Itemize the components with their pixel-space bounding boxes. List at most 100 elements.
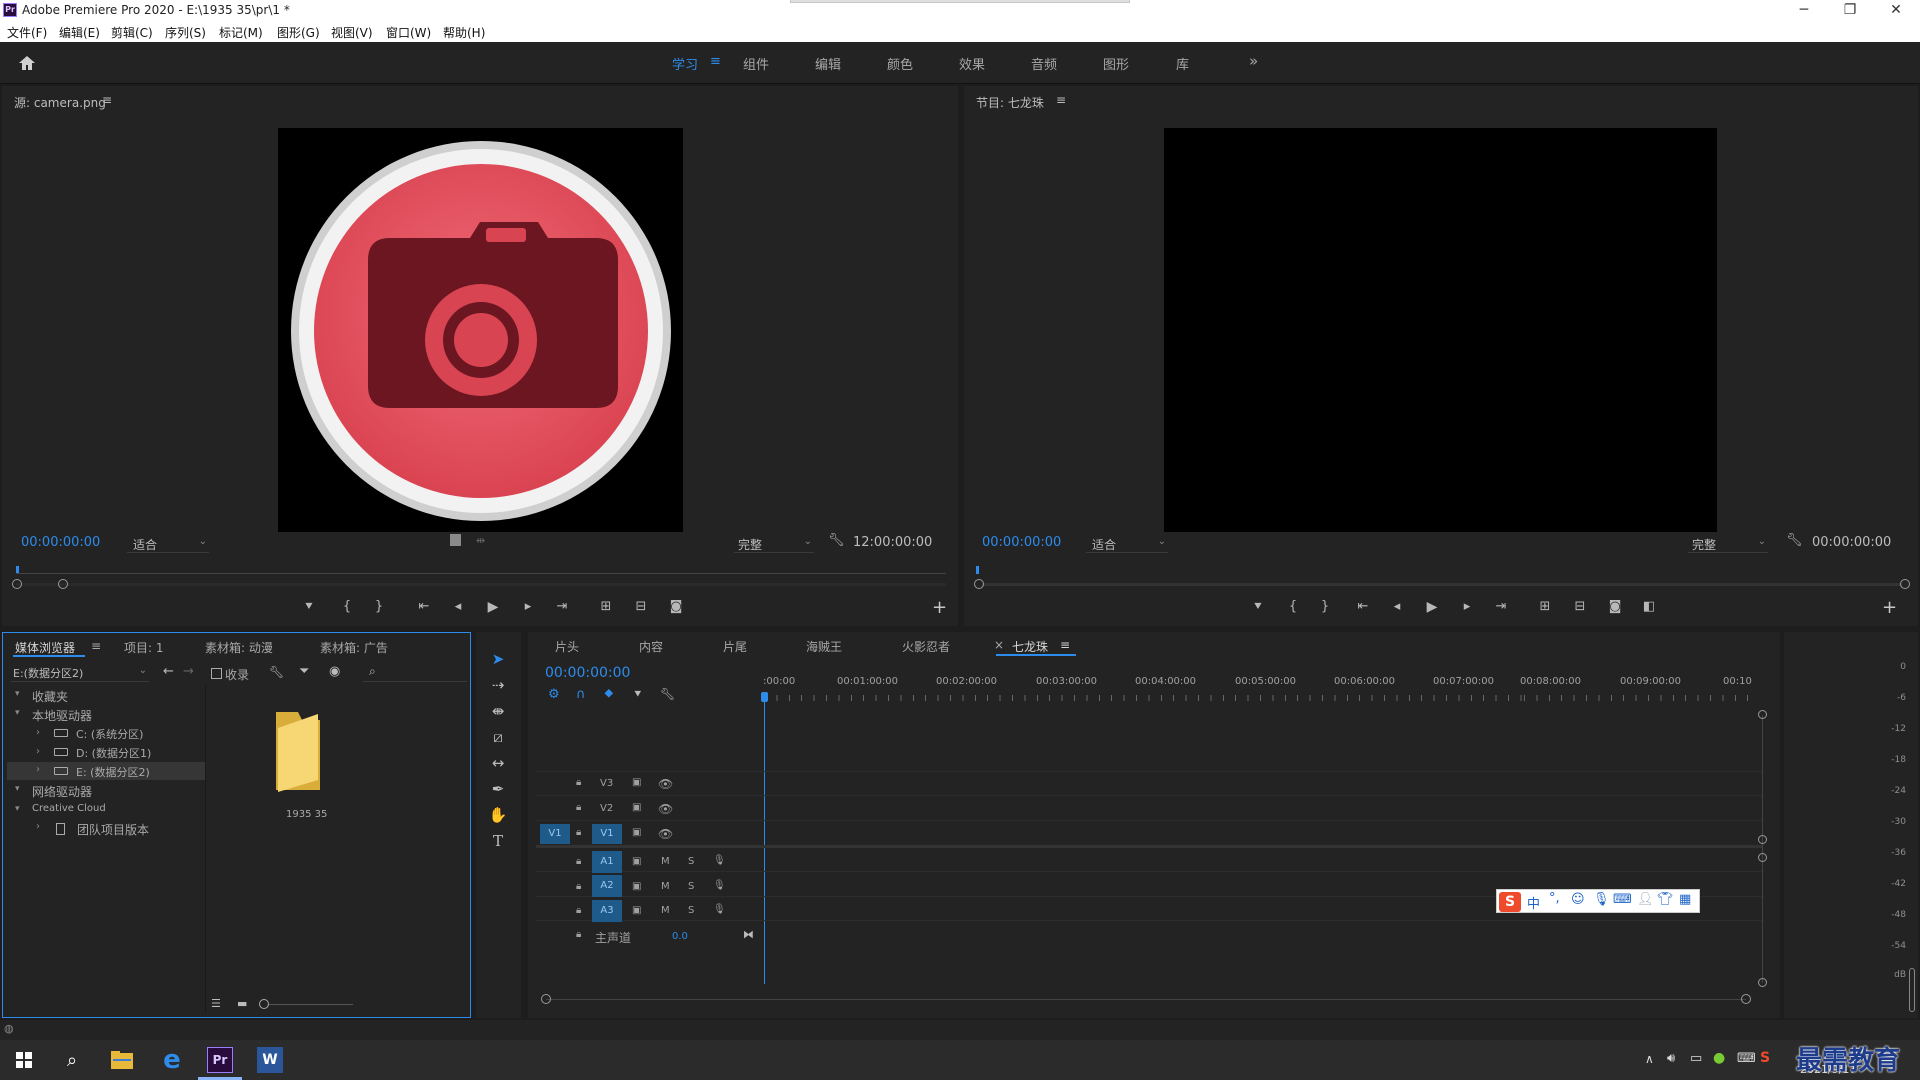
tree-drive-c[interactable]: C: (系统分区)	[76, 726, 143, 742]
menu-help[interactable]: 帮助(H)	[443, 24, 485, 41]
track-label-a2[interactable]: A2	[592, 875, 622, 897]
network-icon[interactable]: ▭	[1690, 1051, 1702, 1066]
forward-arrow-icon[interactable]: →	[183, 664, 194, 679]
skin-icon[interactable]: 👕︎	[1657, 892, 1674, 907]
tab-sequence-onepiece[interactable]: 海贼王	[806, 638, 842, 655]
go-to-in-icon[interactable]: ⇤	[413, 599, 435, 614]
menu-edit[interactable]: 编辑(E)	[59, 24, 100, 41]
timeline-timecode[interactable]: 00:00:00:00	[545, 665, 630, 681]
timeline-zoom-bar[interactable]	[546, 999, 1746, 1000]
mark-in-icon[interactable]: {	[336, 599, 358, 614]
step-forward-icon[interactable]: ▸	[1456, 599, 1478, 614]
workspace-learn[interactable]: 学习	[672, 54, 698, 73]
program-timecode[interactable]: 00:00:00:00	[982, 535, 1061, 550]
source-zoom-bar[interactable]	[12, 579, 946, 589]
mute-a1-button[interactable]: M	[661, 856, 670, 867]
keyboard-icon[interactable]: ⌨	[1613, 892, 1632, 907]
source-fit-dropdown[interactable]: 适合 ⌄	[127, 535, 209, 553]
workspace-assembly[interactable]: 组件	[743, 54, 769, 73]
security-icon[interactable]: ●	[1713, 1050, 1725, 1066]
play-icon[interactable]: ▶	[1421, 599, 1443, 615]
tree-local-drives[interactable]: 本地驱动器	[32, 707, 92, 724]
microphone-icon[interactable]: 🎙︎	[713, 880, 726, 891]
volume-icon[interactable]: 🔊︎	[1667, 1051, 1675, 1066]
user-icon[interactable]: 👤︎	[1637, 892, 1654, 907]
slip-tool-icon[interactable]: ↔	[487, 754, 509, 774]
hand-tool-icon[interactable]: ✋	[487, 806, 509, 826]
go-to-out-icon[interactable]: ⇥	[551, 599, 573, 614]
source-time-ruler[interactable]	[16, 566, 946, 576]
toolbox-icon[interactable]: ▦	[1679, 892, 1691, 907]
program-fit-dropdown[interactable]: 适合 ⌄	[1086, 535, 1168, 553]
sogou-tray-icon[interactable]: S	[1760, 1050, 1770, 1066]
zoom-handle[interactable]	[541, 994, 551, 1004]
export-frame-icon[interactable]: ◙	[1604, 599, 1626, 614]
toggle-sync-lock-icon[interactable]: ▣	[632, 856, 641, 867]
search-input[interactable]: ⌕	[363, 664, 467, 682]
toggle-sync-lock-icon[interactable]: ▣	[632, 905, 641, 916]
menu-sequence[interactable]: 序列(S)	[165, 24, 206, 41]
mute-a3-button[interactable]: M	[661, 905, 670, 916]
go-to-end-icon[interactable]: ⧓	[743, 928, 754, 941]
extract-icon[interactable]: ⊟	[1569, 599, 1591, 614]
source-timecode[interactable]: 00:00:00:00	[21, 535, 100, 550]
program-zoom-bar[interactable]	[974, 579, 1910, 589]
list-view-icon[interactable]: ☰	[211, 997, 221, 1010]
tree-team-projects[interactable]: 团队项目版本	[77, 821, 149, 838]
program-time-ruler[interactable]	[976, 566, 1910, 576]
tree-drive-d[interactable]: D: (数据分区1)	[76, 745, 151, 761]
master-volume-value[interactable]: 0.0	[672, 931, 688, 942]
word-icon[interactable]: W	[246, 1040, 294, 1080]
restore-button[interactable]: ❐	[1827, 0, 1873, 20]
snap-icon[interactable]: ∩	[576, 687, 586, 702]
program-monitor-title[interactable]: 节目: 七龙珠	[976, 94, 1044, 111]
wrench-icon[interactable]: 🔧︎	[1786, 533, 1803, 548]
folder-item[interactable]	[268, 708, 328, 794]
menu-graphics[interactable]: 图形(G)	[277, 24, 320, 41]
track-label-v3[interactable]: V3	[600, 778, 613, 789]
emoji-icon[interactable]: ☺	[1571, 892, 1585, 907]
tree-drive-e[interactable]: E: (数据分区2)	[76, 764, 150, 780]
tab-sequence-outro[interactable]: 片尾	[723, 638, 747, 655]
ime-mode-label[interactable]: 中	[1527, 893, 1540, 912]
file-explorer-icon[interactable]	[98, 1040, 146, 1080]
filter-icon[interactable]: ⏷	[299, 664, 309, 679]
premiere-taskbar-icon[interactable]: Pr	[196, 1040, 244, 1080]
punctuation-icon[interactable]: °,	[1549, 891, 1560, 906]
nest-icon[interactable]: ⚙︎	[548, 687, 560, 702]
track-label-a3[interactable]: A3	[592, 900, 622, 922]
workspace-editing[interactable]: 编辑	[815, 54, 841, 73]
sogou-logo-icon[interactable]: S	[1499, 892, 1521, 912]
track-label-v2[interactable]: V2	[600, 803, 613, 814]
solo-a3-button[interactable]: S	[688, 905, 694, 916]
microphone-icon[interactable]: 🎙︎	[713, 904, 726, 915]
wrench-icon[interactable]: 🔧︎	[269, 665, 284, 679]
tab-sequence-content[interactable]: 内容	[639, 638, 663, 655]
insert-icon[interactable]: ⊞	[595, 599, 617, 614]
chevron-right-icon[interactable]: ›	[36, 821, 40, 832]
overwrite-icon[interactable]: ⊟	[630, 599, 652, 614]
linked-selection-icon[interactable]: ⯁	[604, 687, 614, 702]
source-patch-v1[interactable]: V1	[540, 824, 570, 844]
selection-tool-icon[interactable]: ➤	[487, 650, 509, 670]
edge-icon[interactable]: e	[148, 1040, 196, 1080]
tab-bin-ads[interactable]: 素材箱: 广告	[320, 639, 388, 656]
workspace-more-icon[interactable]: »	[1249, 52, 1258, 70]
solo-a2-button[interactable]: S	[688, 881, 694, 892]
mark-in-icon[interactable]: {	[1282, 599, 1304, 614]
play-icon[interactable]: ▶	[482, 599, 504, 615]
lock-icon[interactable]: 🔒︎	[576, 881, 581, 892]
button-editor-plus-icon[interactable]: +	[1882, 597, 1897, 618]
drag-audio-icon[interactable]: ⇹	[476, 534, 485, 547]
minimize-button[interactable]: ─	[1781, 0, 1827, 20]
workspace-effects[interactable]: 效果	[959, 54, 985, 73]
timeline-menu-icon[interactable]: ≡	[1060, 638, 1070, 652]
timeline-ruler-end[interactable]: 00:08:00:00 00:09:00:00 00:10	[1520, 676, 1754, 704]
voice-icon[interactable]: 🎙︎	[1593, 892, 1610, 907]
eye-icon[interactable]: 👁︎	[658, 777, 673, 791]
chevron-up-icon[interactable]: ∧	[1645, 1052, 1654, 1066]
tree-favorites[interactable]: 收藏夹	[32, 688, 68, 705]
source-menu-icon[interactable]: ≡	[102, 93, 112, 107]
menu-clip[interactable]: 剪辑(C)	[111, 24, 153, 41]
tree-creative-cloud[interactable]: Creative Cloud	[32, 803, 106, 814]
